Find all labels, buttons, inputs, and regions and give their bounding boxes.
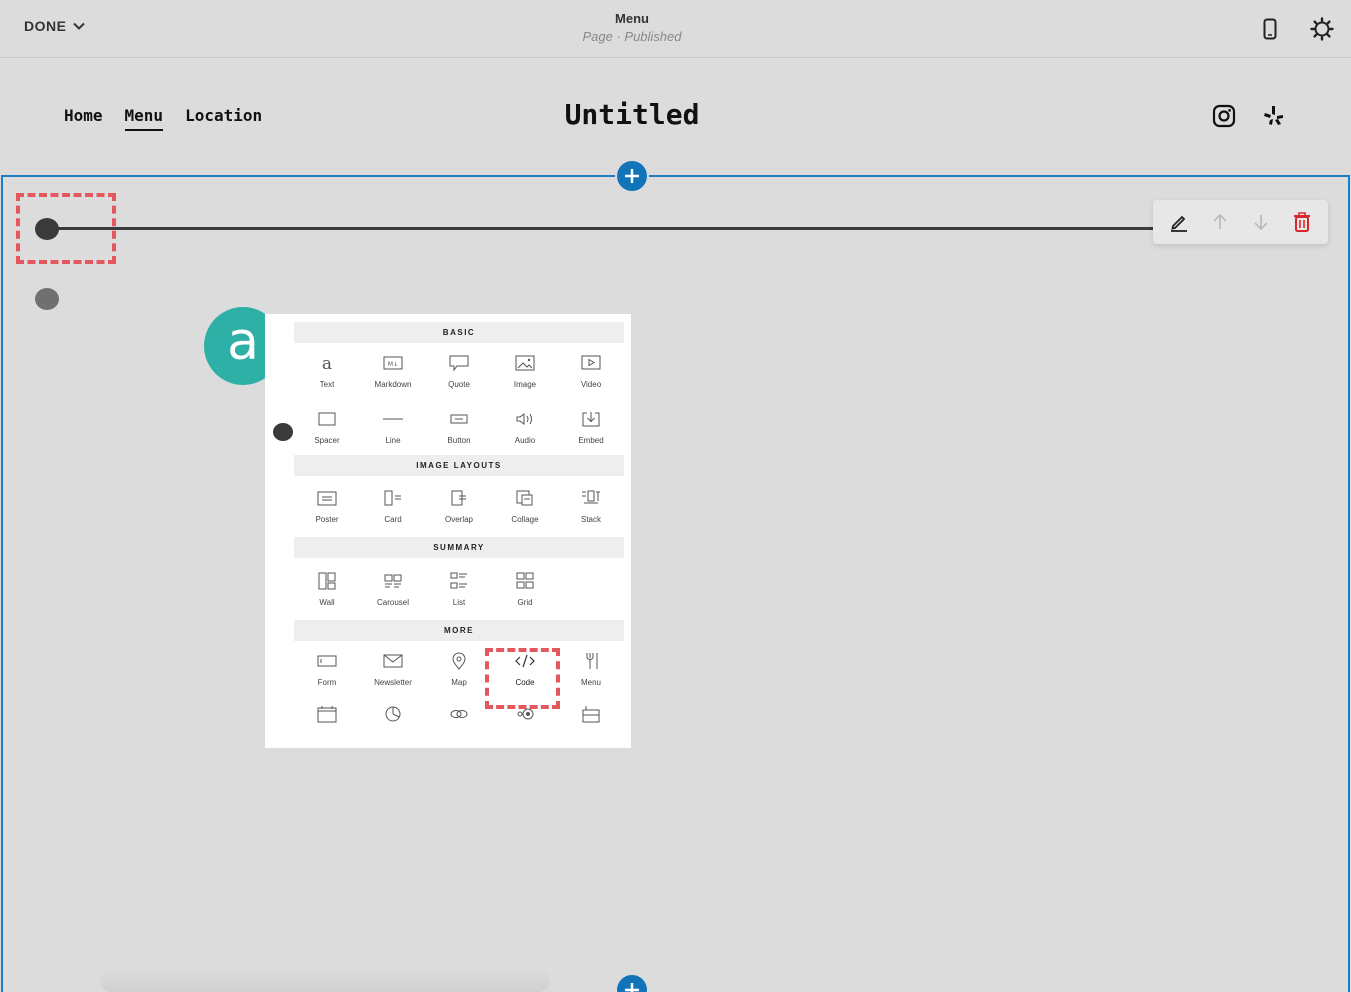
block-option-poster[interactable]: Poster (294, 476, 360, 537)
category-header: SUMMARY (294, 537, 624, 558)
site-title[interactable]: Untitled (500, 98, 764, 131)
category-header: BASIC (294, 322, 624, 343)
block-option-newsletter[interactable]: Newsletter (360, 641, 426, 697)
text-icon: a (322, 354, 332, 372)
block-option-calendar[interactable] (294, 697, 360, 731)
block-option-carousel[interactable]: Carousel (360, 558, 426, 620)
block-option-overlap[interactable]: Overlap (426, 476, 492, 537)
chevron-down-icon (73, 22, 86, 30)
highlight-code-option (485, 648, 560, 709)
spacer-icon (318, 412, 336, 425)
carousel-icon (384, 574, 402, 587)
block-option-markdown[interactable]: M↓ Markdown (360, 343, 426, 399)
svg-text:a: a (322, 354, 332, 372)
calendar-icon (317, 706, 337, 723)
instagram-icon[interactable] (1212, 104, 1236, 128)
category-header: IMAGE LAYOUTS (294, 455, 624, 476)
done-label: DONE (24, 18, 67, 34)
poster-icon (317, 491, 337, 506)
trash-icon[interactable] (1287, 207, 1317, 237)
image-icon (515, 355, 535, 370)
svg-text:M↓: M↓ (388, 361, 398, 368)
nav-item-menu[interactable]: Menu (124, 106, 164, 131)
block-option-social-links[interactable] (426, 697, 492, 731)
category-header: MORE (294, 620, 624, 641)
social-links-icon (450, 710, 468, 718)
page-section[interactable] (1, 175, 1350, 992)
line-icon (383, 418, 403, 419)
card-icon (384, 490, 401, 506)
embed-icon (582, 411, 600, 426)
block-option-quote[interactable]: Quote (426, 343, 492, 399)
block-option-grid[interactable]: Grid (492, 558, 558, 620)
page-name: Menu (615, 11, 649, 26)
block-option-spacer[interactable]: Spacer (294, 399, 360, 455)
done-button[interactable]: DONE (24, 18, 86, 34)
wall-icon (318, 572, 336, 589)
block-option-map[interactable]: Map (426, 641, 492, 697)
block-option-archive[interactable] (558, 697, 624, 731)
archive-icon (582, 706, 600, 723)
gear-icon[interactable] (1309, 16, 1335, 42)
section-footer-shadow (100, 968, 550, 992)
markdown-icon: M↓ (383, 356, 403, 369)
grid-empty-cell (558, 558, 624, 620)
list-icon (450, 572, 467, 588)
yelp-icon[interactable] (1262, 104, 1286, 128)
block-option-text[interactable]: a Text (294, 343, 360, 399)
block-option-button[interactable]: Button (426, 399, 492, 455)
mobile-preview-icon[interactable] (1257, 16, 1283, 42)
block-option-embed[interactable]: Embed (558, 399, 624, 455)
collage-icon (516, 490, 533, 506)
site-navigation: Home Menu Location (64, 106, 262, 131)
envelope-icon (383, 654, 403, 667)
block-insert-point (273, 423, 293, 441)
block-option-form[interactable]: Form (294, 641, 360, 697)
button-icon (450, 414, 468, 423)
quote-icon (449, 355, 469, 371)
highlight-insert-point (16, 193, 116, 264)
nav-item-location[interactable]: Location (185, 106, 262, 131)
grid-icon (516, 572, 534, 588)
editor-top-bar: DONE Menu Page · Published (0, 0, 1351, 58)
block-option-video[interactable]: Video (558, 343, 624, 399)
nav-item-home[interactable]: Home (64, 106, 103, 131)
block-option-card[interactable]: Card (360, 476, 426, 537)
plus-icon (625, 169, 639, 183)
plus-icon (625, 983, 639, 992)
page-status: Page · Published (582, 29, 682, 44)
block-insert-point-empty[interactable] (35, 288, 59, 310)
add-block-menu: BASIC a Text M↓ Markdown Quote Image Vid… (265, 314, 631, 748)
block-option-stack[interactable]: Stack (558, 476, 624, 537)
block-toolbar (1153, 200, 1328, 244)
page-title: Menu Page · Published (500, 11, 764, 44)
audio-icon (516, 412, 532, 425)
line-block[interactable] (47, 227, 1157, 230)
block-option-list[interactable]: List (426, 558, 492, 620)
arrow-up-icon[interactable] (1205, 207, 1235, 237)
video-icon (581, 355, 601, 369)
block-option-chart[interactable] (360, 697, 426, 731)
block-option-audio[interactable]: Audio (492, 399, 558, 455)
chart-icon (385, 706, 401, 722)
map-pin-icon (452, 652, 466, 670)
block-option-image[interactable]: Image (492, 343, 558, 399)
form-icon (317, 655, 337, 666)
block-option-line[interactable]: Line (360, 399, 426, 455)
fork-knife-icon (586, 652, 598, 669)
add-section-button[interactable] (615, 159, 649, 193)
block-option-menu[interactable]: Menu (558, 641, 624, 697)
block-option-wall[interactable]: Wall (294, 558, 360, 620)
stack-icon (582, 490, 600, 504)
overlap-icon (451, 490, 466, 506)
pencil-icon[interactable] (1164, 207, 1194, 237)
block-option-collage[interactable]: Collage (492, 476, 558, 537)
arrow-down-icon[interactable] (1246, 207, 1276, 237)
